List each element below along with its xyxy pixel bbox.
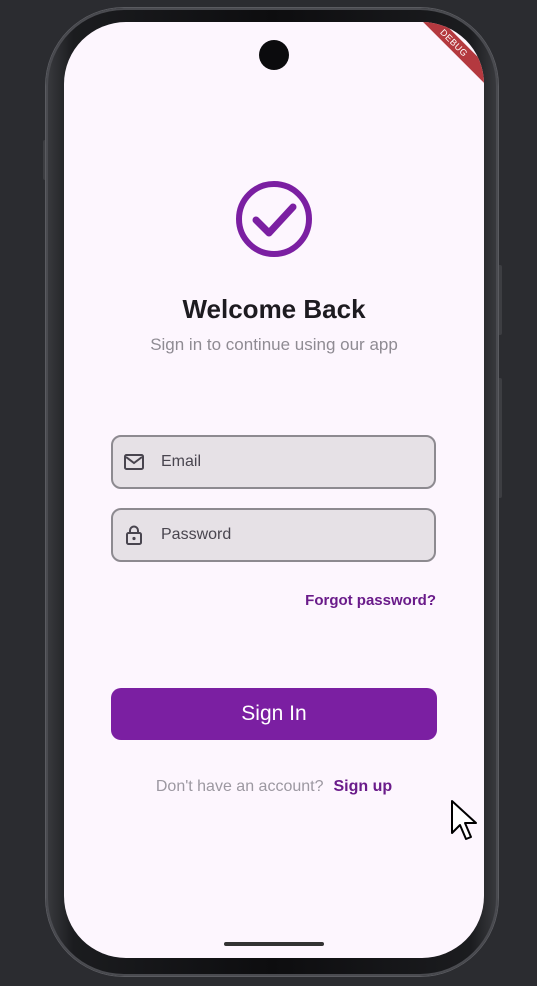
signup-row: Don't have an account? Sign up <box>64 778 484 796</box>
page-subtitle: Sign in to continue using our app <box>150 335 398 354</box>
page-title: Welcome Back <box>182 294 366 324</box>
signup-prompt: Don't have an account? <box>155 778 324 795</box>
forgot-password-link[interactable]: Forgot password? <box>305 592 436 609</box>
home-indicator[interactable] <box>224 942 324 946</box>
app-screen: DEBUG Welcome Back Sign in to continue u… <box>64 22 484 958</box>
check-circle-icon <box>236 181 312 257</box>
sign-up-link[interactable]: Sign up <box>333 778 392 795</box>
email-field[interactable]: Email <box>111 435 436 489</box>
pointer-cursor-icon <box>451 800 477 840</box>
mail-icon <box>123 451 145 473</box>
password-placeholder: Password <box>161 526 232 543</box>
password-field[interactable]: Password <box>111 508 436 562</box>
sign-in-button[interactable]: Sign In <box>111 688 437 740</box>
front-camera <box>259 40 289 70</box>
email-placeholder: Email <box>161 453 202 470</box>
device-frame-stage: DEBUG Welcome Back Sign in to continue u… <box>0 0 537 986</box>
lock-icon <box>123 524 145 546</box>
